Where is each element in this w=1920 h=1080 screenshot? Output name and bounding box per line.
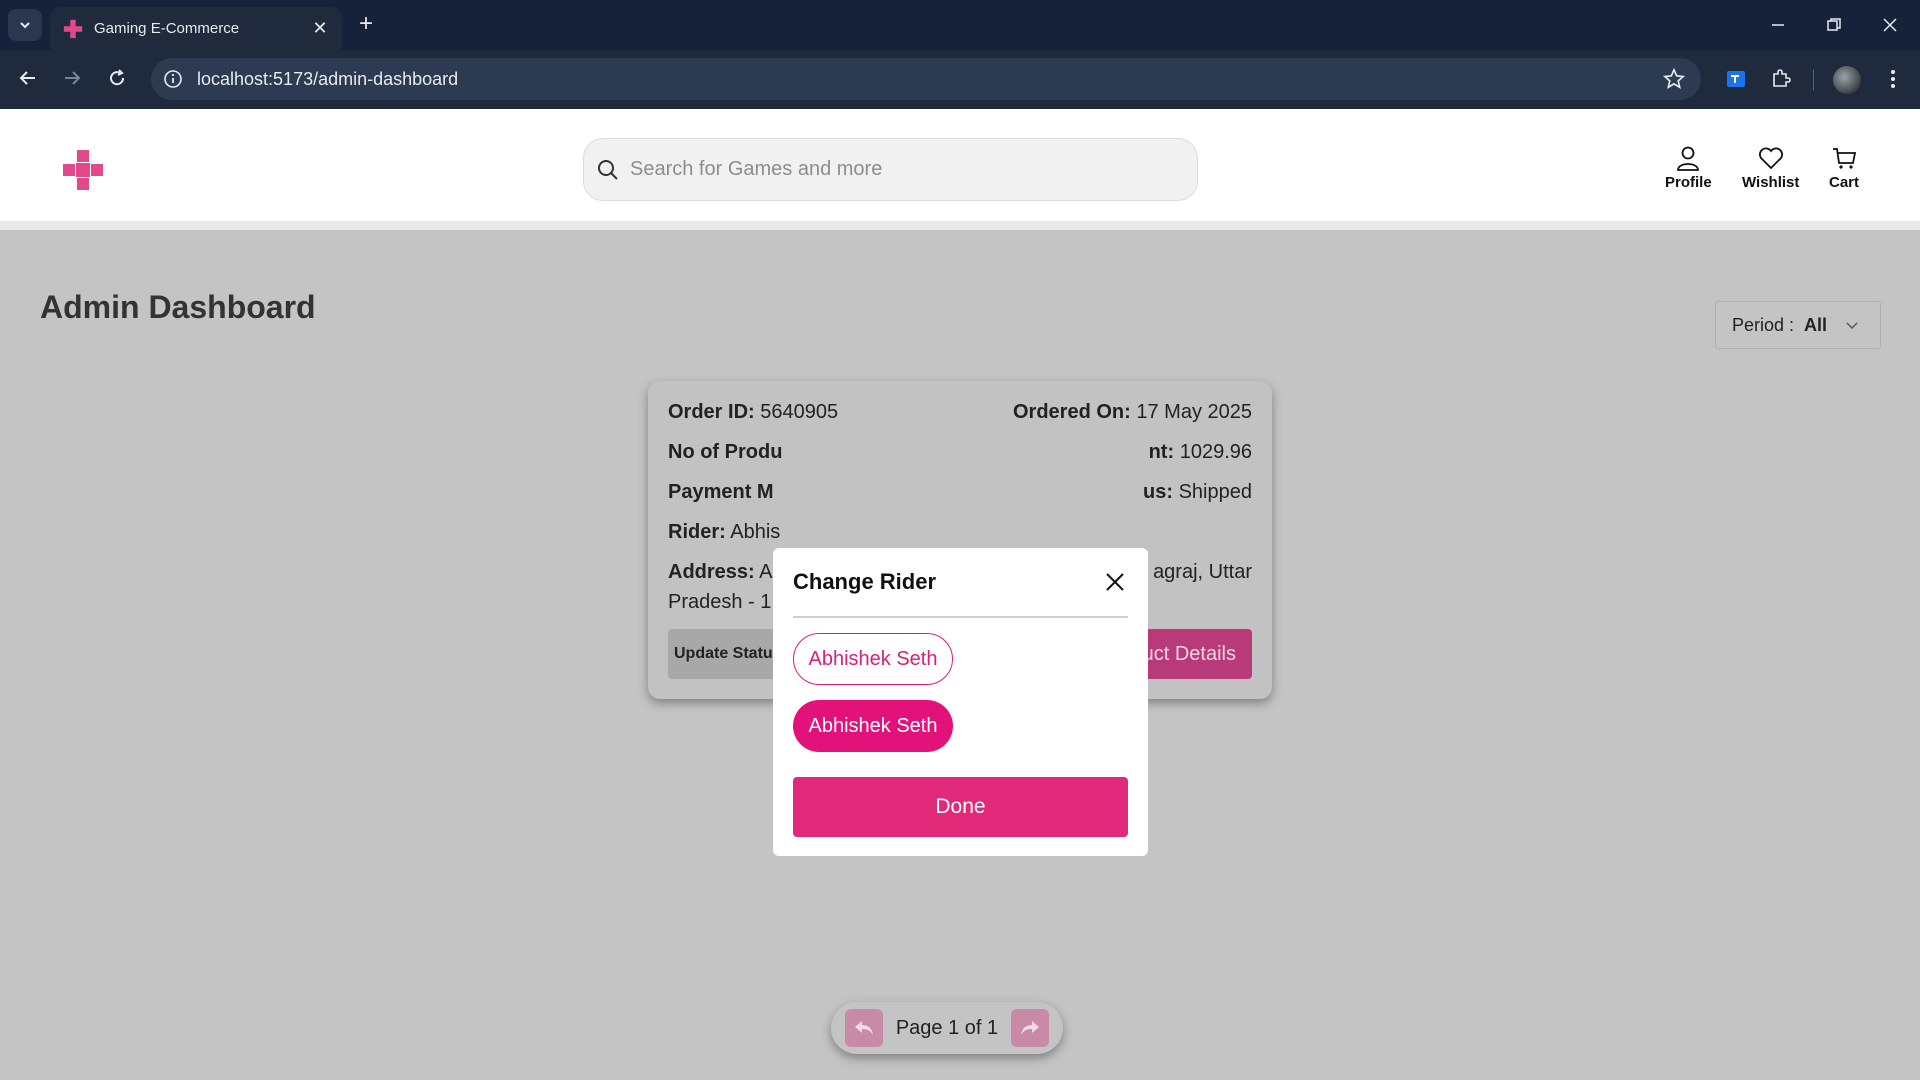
browser-tab[interactable]: Gaming E-Commerce ✕ bbox=[50, 7, 342, 50]
profile-label: Profile bbox=[1665, 174, 1712, 191]
bookmark-star-icon[interactable] bbox=[1661, 66, 1687, 92]
period-dropdown[interactable]: Period : All bbox=[1715, 301, 1881, 349]
url-text: localhost:5173/admin-dashboard bbox=[197, 68, 459, 89]
cart-label: Cart bbox=[1829, 174, 1860, 191]
order-row-2: No of Produ nt: 1029.96 bbox=[668, 441, 1252, 464]
search-icon bbox=[598, 159, 618, 180]
period-label: Period : bbox=[1732, 314, 1795, 335]
done-button[interactable]: Done bbox=[793, 777, 1128, 837]
new-tab-button[interactable]: + bbox=[352, 10, 380, 38]
heart-icon bbox=[1758, 147, 1783, 170]
wishlist-label: Wishlist bbox=[1742, 174, 1800, 191]
restore-icon bbox=[1827, 18, 1841, 31]
address-label: Address: bbox=[668, 561, 755, 583]
order-row-1: Order ID: 5640905 Ordered On: 17 May 202… bbox=[668, 401, 1252, 424]
toolbar-divider bbox=[1813, 70, 1814, 90]
browser-toolbar: localhost:5173/admin-dashboard bbox=[0, 50, 1920, 109]
close-icon[interactable] bbox=[1102, 569, 1128, 595]
address-end: agraj, Uttar bbox=[1153, 561, 1252, 583]
chevron-down-icon bbox=[20, 22, 30, 29]
address-line2: Pradesh - 1 bbox=[668, 591, 772, 613]
gamepad-cross-icon[interactable] bbox=[63, 150, 103, 190]
modal-title: Change Rider bbox=[793, 569, 937, 594]
reload-icon bbox=[110, 69, 125, 86]
reply-arrow-left-icon bbox=[855, 1021, 873, 1035]
amount-value: 1029.96 bbox=[1179, 441, 1252, 463]
modal-header: Change Rider bbox=[793, 548, 1128, 618]
minimize-icon bbox=[1772, 24, 1784, 26]
tab-search-button[interactable] bbox=[8, 9, 42, 41]
address-bar[interactable]: localhost:5173/admin-dashboard bbox=[151, 58, 1701, 100]
browser-chrome: Gaming E-Commerce ✕ + localhost:5173/adm… bbox=[0, 0, 1920, 109]
minimize-button[interactable] bbox=[1750, 0, 1806, 50]
back-button[interactable] bbox=[12, 62, 44, 94]
site-info-icon[interactable] bbox=[163, 69, 183, 89]
site-header: Profile Wishlist Cart bbox=[0, 109, 1920, 230]
cart-link[interactable]: Cart bbox=[1829, 144, 1859, 191]
restore-button[interactable] bbox=[1806, 0, 1862, 50]
tab-title: Gaming E-Commerce bbox=[94, 20, 240, 37]
extension-translate-icon[interactable] bbox=[1721, 64, 1751, 94]
address-start: A bbox=[759, 561, 773, 583]
tab-strip: Gaming E-Commerce ✕ + bbox=[0, 0, 1920, 50]
order-row-4: Rider: Abhis bbox=[668, 521, 1252, 544]
close-window-button[interactable] bbox=[1862, 0, 1918, 50]
extensions-puzzle-icon[interactable] bbox=[1766, 64, 1796, 94]
order-id-value: 5640905 bbox=[760, 401, 839, 423]
payment-label: Payment M bbox=[668, 481, 774, 503]
close-window-icon bbox=[1883, 18, 1897, 32]
rider-option[interactable]: Abhishek Seth bbox=[793, 633, 953, 685]
period-value: All bbox=[1804, 314, 1828, 335]
profile-link[interactable]: Profile bbox=[1665, 144, 1712, 191]
order-row-3: Payment M us: Shipped bbox=[668, 481, 1252, 504]
ordered-on-value: 17 May 2025 bbox=[1136, 401, 1252, 423]
next-page-button[interactable] bbox=[1011, 1009, 1049, 1047]
user-icon bbox=[1677, 146, 1700, 171]
browser-menu-icon[interactable] bbox=[1878, 64, 1908, 94]
reload-button[interactable] bbox=[101, 62, 133, 94]
wishlist-link[interactable]: Wishlist bbox=[1742, 144, 1799, 191]
arrow-left-icon bbox=[19, 71, 35, 85]
products-label: No of Produ bbox=[668, 441, 783, 463]
tab-favicon-icon bbox=[63, 19, 83, 38]
page-title: Admin Dashboard bbox=[40, 289, 316, 325]
arrow-right-icon bbox=[65, 71, 81, 85]
prev-page-button[interactable] bbox=[845, 1009, 883, 1047]
search-bar[interactable] bbox=[583, 138, 1198, 201]
rider-option-selected[interactable]: Abhishek Seth bbox=[793, 700, 953, 752]
search-input[interactable] bbox=[630, 158, 1170, 181]
amount-label: nt: bbox=[1148, 441, 1175, 463]
change-rider-modal: Change Rider Abhishek Seth Abhishek Seth… bbox=[773, 548, 1148, 856]
profile-avatar[interactable] bbox=[1833, 66, 1861, 94]
page-indicator: Page 1 of 1 bbox=[895, 1016, 999, 1039]
page: Profile Wishlist Cart Admin Dashboard Pe… bbox=[0, 109, 1920, 1080]
cart-icon bbox=[1833, 148, 1857, 169]
status-value: Shipped bbox=[1178, 481, 1252, 503]
tab-close-icon[interactable]: ✕ bbox=[310, 18, 330, 39]
reply-arrow-right-icon bbox=[1021, 1021, 1039, 1035]
order-id-label: Order ID: bbox=[668, 401, 755, 423]
rider-label: Rider: bbox=[668, 521, 726, 543]
ordered-on-label: Ordered On: bbox=[1013, 401, 1131, 423]
status-label: us: bbox=[1143, 481, 1174, 503]
rider-value: Abhis bbox=[730, 521, 781, 543]
forward-button[interactable] bbox=[56, 62, 88, 94]
pagination: Page 1 of 1 bbox=[831, 1002, 1063, 1054]
chevron-down-icon bbox=[1846, 322, 1858, 329]
